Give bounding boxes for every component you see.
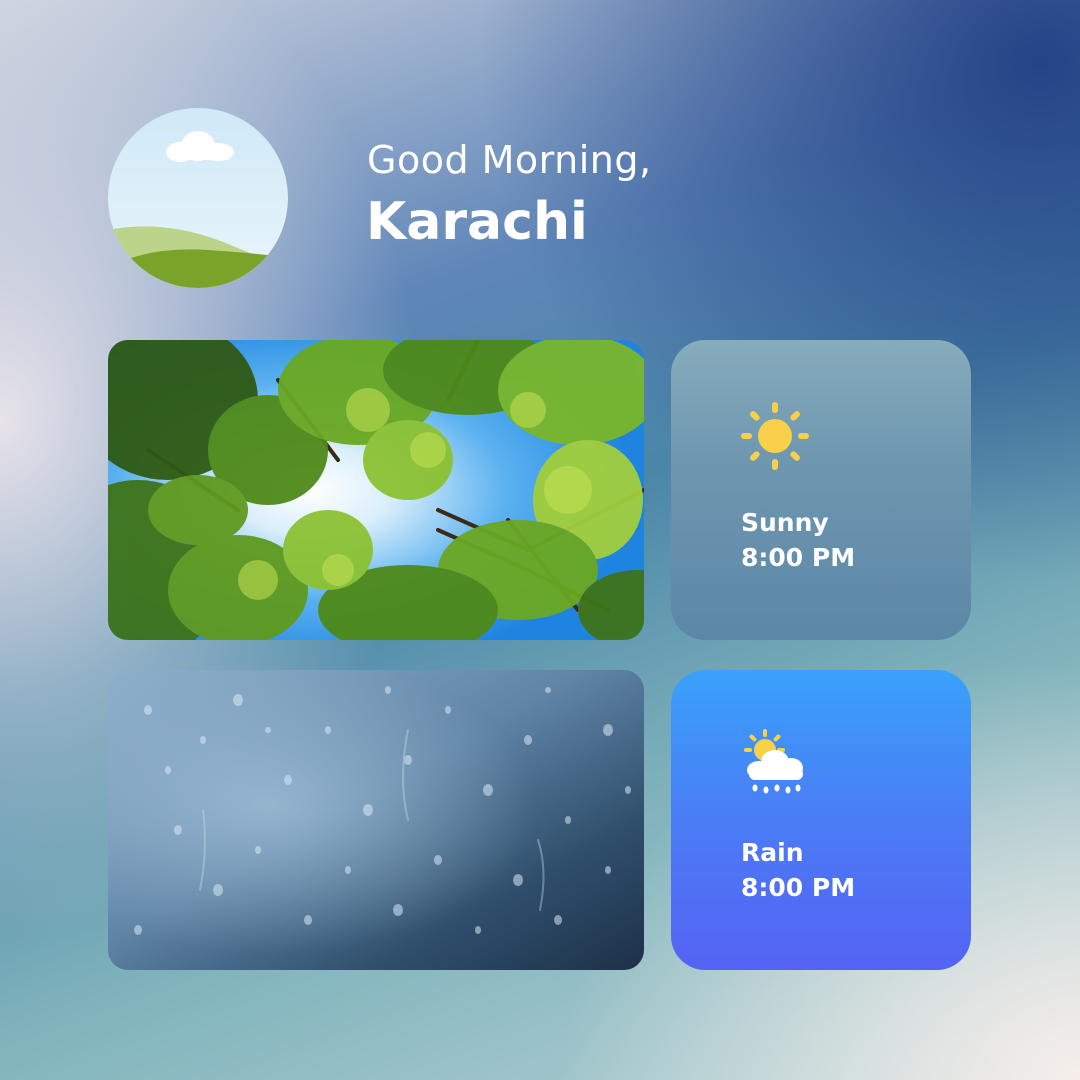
weather-condition: Sunny — [741, 508, 829, 537]
sun-cloud-rain-icon — [744, 729, 803, 794]
weather-card-sunny[interactable]: Sunny 8:00 PM — [671, 340, 971, 640]
sun-icon — [741, 402, 809, 470]
trees-photo — [108, 340, 644, 640]
weather-card-rain[interactable]: Rain 8:00 PM — [671, 670, 971, 970]
greeting-text: Good Morning, — [367, 138, 652, 182]
landscape-icon — [108, 108, 288, 288]
city-name: Karachi — [366, 192, 588, 252]
avatar-landscape — [108, 108, 288, 288]
weather-condition: Rain — [741, 838, 804, 867]
weather-time: 8:00 PM — [741, 873, 856, 902]
raindrops-photo — [108, 670, 644, 970]
weather-time: 8:00 PM — [741, 543, 856, 572]
